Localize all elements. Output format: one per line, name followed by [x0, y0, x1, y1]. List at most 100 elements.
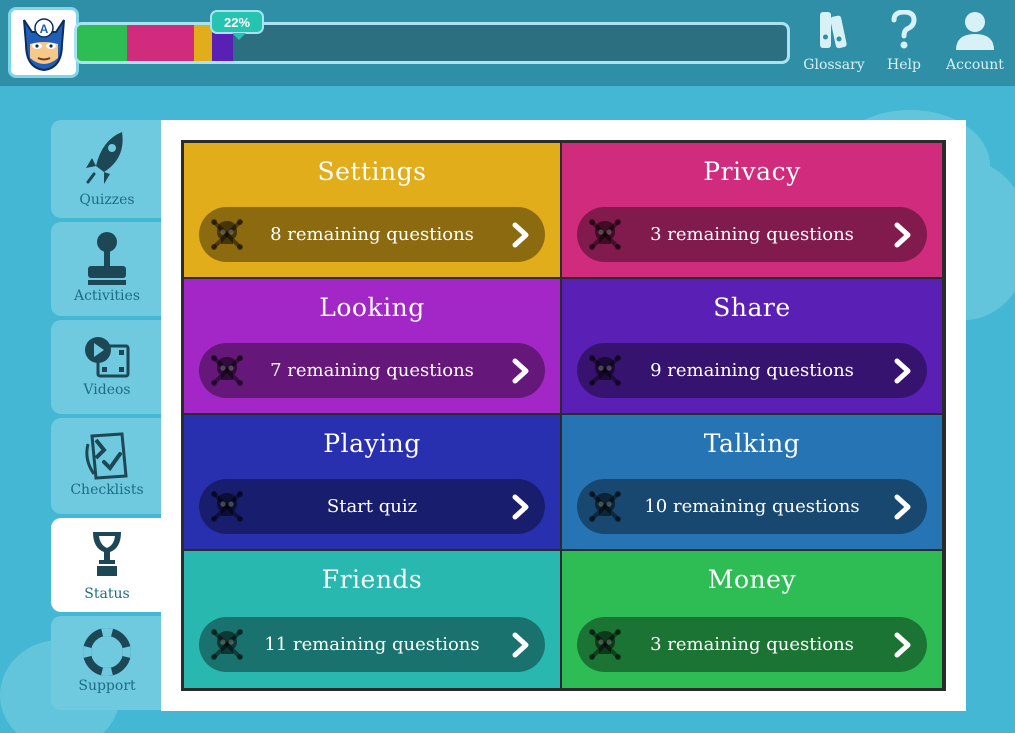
nav-account[interactable]: Account	[942, 8, 1008, 78]
top-bar: A 22% Glossary Help Account	[0, 0, 1015, 86]
chevron-icon-wrap	[893, 358, 913, 389]
chevron-right-icon	[894, 632, 911, 658]
quiz-tile-share: Share 9 remaining questions	[562, 279, 942, 413]
quiz-button-looking[interactable]: 7 remaining questions	[199, 343, 545, 398]
chevron-icon-wrap	[511, 632, 531, 663]
quiz-status-label: 10 remaining questions	[644, 496, 860, 517]
chevron-right-icon	[512, 222, 529, 248]
sidebar-item-label: Activities	[73, 288, 140, 304]
progress-segment	[194, 25, 212, 61]
sidebar-item-activities[interactable]: Activities	[51, 222, 163, 316]
nav-glossary[interactable]: Glossary	[801, 8, 867, 78]
quiz-tile-money: Money 3 remaining questions	[562, 551, 942, 688]
sidebar-item-quizzes[interactable]: Quizzes	[51, 120, 163, 218]
chevron-right-icon	[894, 494, 911, 520]
skull-crossbones-icon	[211, 629, 243, 660]
skull-crossbones-icon	[211, 219, 243, 250]
chevron-icon-wrap	[893, 494, 913, 525]
skull-crossbones-icon	[589, 629, 621, 660]
progress-segment	[126, 25, 195, 61]
quiz-button-playing[interactable]: Start quiz	[199, 479, 545, 534]
hero-mask-icon: A	[22, 17, 65, 71]
skull-icon-wrap	[587, 353, 623, 392]
chevron-right-icon	[894, 358, 911, 384]
skull-crossbones-icon	[589, 491, 621, 522]
quiz-button-friends[interactable]: 11 remaining questions	[199, 617, 545, 672]
trophy-icon	[93, 532, 121, 576]
quiz-title: Talking	[703, 429, 801, 458]
quiz-button-share[interactable]: 9 remaining questions	[577, 343, 927, 398]
sidebar-item-label: Quizzes	[79, 192, 135, 208]
quiz-grid: Settings 8 remaining questions Privacy 3…	[181, 140, 946, 691]
skull-icon-wrap	[587, 489, 623, 528]
quiz-tile-privacy: Privacy 3 remaining questions	[562, 143, 942, 277]
progress-segment	[77, 25, 127, 61]
chevron-right-icon	[512, 494, 529, 520]
chevron-icon-wrap	[893, 632, 913, 663]
joystick-icon	[88, 232, 126, 285]
quiz-tile-talking: Talking 10 remaining questions	[562, 415, 942, 549]
quiz-status-label: 9 remaining questions	[650, 360, 854, 381]
quiz-tile-friends: Friends 11 remaining questions	[184, 551, 560, 688]
skull-icon-wrap	[209, 627, 245, 666]
skull-icon-wrap	[209, 489, 245, 528]
nav-help[interactable]: Help	[871, 8, 937, 78]
sidebar-item-label: Videos	[83, 382, 131, 398]
progress-bar	[74, 22, 790, 64]
rocket-icon	[86, 132, 123, 184]
sidebar-item-label: Checklists	[70, 482, 144, 498]
quiz-tile-settings: Settings 8 remaining questions	[184, 143, 560, 277]
quiz-status-label: 11 remaining questions	[264, 634, 480, 655]
sidebar-item-videos[interactable]: Videos	[51, 320, 163, 414]
quiz-button-money[interactable]: 3 remaining questions	[577, 617, 927, 672]
skull-icon-wrap	[587, 627, 623, 666]
checklist-icon	[85, 432, 128, 480]
nav-glossary-label: Glossary	[803, 57, 865, 73]
avatar[interactable]: A	[8, 7, 79, 78]
quiz-title: Money	[707, 565, 797, 594]
quiz-status-label: 3 remaining questions	[650, 634, 854, 655]
chevron-icon-wrap	[511, 358, 531, 389]
skull-crossbones-icon	[211, 355, 243, 386]
quiz-status-label: 8 remaining questions	[270, 224, 474, 245]
skull-crossbones-icon	[589, 355, 621, 386]
skull-icon-wrap	[209, 353, 245, 392]
quiz-status-label: 7 remaining questions	[270, 360, 474, 381]
sidebar-item-label: Status	[84, 586, 130, 602]
chevron-icon-wrap	[893, 222, 913, 253]
quiz-title: Share	[713, 293, 791, 322]
sidebar-item-label: Support	[78, 678, 136, 694]
quiz-button-privacy[interactable]: 3 remaining questions	[577, 207, 927, 262]
chevron-icon-wrap	[511, 222, 531, 253]
quiz-button-talking[interactable]: 10 remaining questions	[577, 479, 927, 534]
books-icon	[820, 12, 847, 49]
quiz-title: Playing	[323, 429, 421, 458]
question-mark-icon	[891, 10, 917, 49]
quiz-button-settings[interactable]: 8 remaining questions	[199, 207, 545, 262]
progress-percent-badge: 22%	[210, 10, 264, 40]
skull-crossbones-icon	[211, 491, 243, 522]
quiz-status-label: Start quiz	[326, 496, 418, 517]
chevron-right-icon	[512, 358, 529, 384]
quiz-tile-playing: Playing Start quiz	[184, 415, 560, 549]
chevron-right-icon	[894, 222, 911, 248]
quiz-title: Settings	[317, 157, 427, 186]
lifebuoy-icon	[83, 628, 131, 676]
sidebar-item-checklists[interactable]: Checklists	[51, 418, 163, 514]
chevron-right-icon	[512, 632, 529, 658]
quiz-tile-looking: Looking 7 remaining questions	[184, 279, 560, 413]
user-icon	[956, 12, 994, 50]
sidebar-item-support[interactable]: Support	[51, 616, 163, 710]
skull-crossbones-icon	[589, 219, 621, 250]
skull-icon-wrap	[587, 217, 623, 256]
chevron-icon-wrap	[511, 494, 531, 525]
nav-account-label: Account	[946, 57, 1004, 73]
quiz-title: Friends	[321, 565, 423, 594]
svg-text:A: A	[39, 22, 48, 36]
skull-icon-wrap	[209, 217, 245, 256]
quiz-title: Privacy	[703, 157, 801, 186]
quiz-status-label: 3 remaining questions	[650, 224, 854, 245]
nav-help-label: Help	[887, 57, 921, 73]
quiz-title: Looking	[319, 293, 425, 322]
sidebar-item-status[interactable]: Status	[51, 518, 163, 612]
